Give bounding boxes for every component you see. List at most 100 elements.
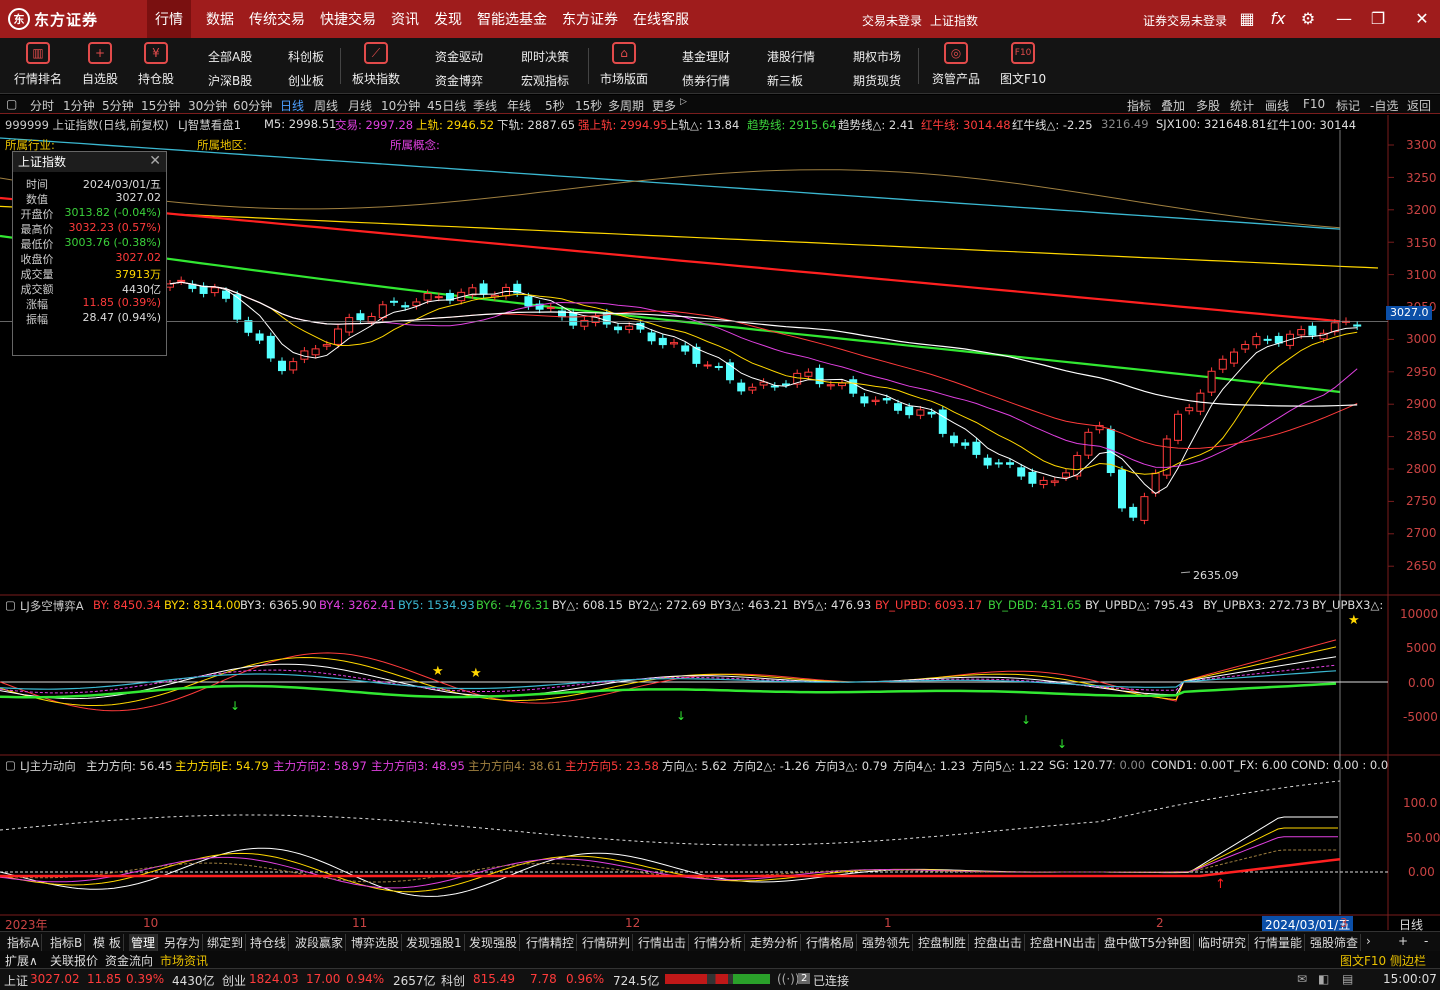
indicator1-info: ▢ LJ多空博弈A BY: 8450.34 BY2: 8314.00 BY3: … xyxy=(5,598,1384,613)
indicator-name[interactable]: LJ智慧看盘1 xyxy=(178,117,241,133)
close-icon[interactable]: ✕ xyxy=(149,153,161,169)
main-indicator-info: 999999 上证指数(日线,前复权) LJ智慧看盘1 M5: 2998.51 … xyxy=(5,117,1357,133)
popup-row: 收盘价 3027.02 xyxy=(20,251,162,266)
axis-tick: 2900 xyxy=(1406,397,1437,411)
candle-body xyxy=(714,365,723,368)
quote-popup[interactable]: 上证指数 ✕ 时间 2024/03/01/五 数值 3027.02 开盘价 3013.… xyxy=(12,151,167,356)
axis-tick: 3000 xyxy=(1406,332,1437,346)
candle-body xyxy=(1263,338,1272,341)
mail-icon[interactable]: ✉ xyxy=(1297,972,1307,986)
x-tick: 2 xyxy=(1156,916,1164,930)
zoom-in-icon[interactable]: + xyxy=(1396,934,1410,948)
index-sh-amount: 4430亿 xyxy=(172,974,215,988)
zoom-out-icon[interactable]: - xyxy=(1422,934,1430,948)
candle-body xyxy=(625,325,634,330)
axis-tick: 0.00 xyxy=(1408,676,1435,690)
tab-strong[interactable]: 发现强股 xyxy=(467,934,521,951)
tab-hn-attack[interactable]: 控盘HN出击 xyxy=(1028,934,1100,951)
candle-body xyxy=(658,337,667,346)
up-arrow-icon: ↑ xyxy=(1215,877,1226,892)
candle-body xyxy=(222,290,230,299)
index-kc-change: 7.78 xyxy=(530,972,557,986)
tab-manage[interactable]: 管理 xyxy=(129,934,159,951)
expand-button[interactable]: 扩展∧ xyxy=(5,952,38,969)
candle-body xyxy=(748,386,757,391)
tab-game-select[interactable]: 博弈选股 xyxy=(349,934,403,951)
tab-indicator-b[interactable]: 指标B xyxy=(48,934,86,951)
popup-row: 时间 2024/03/01/五 xyxy=(26,178,161,191)
axis-tick: 2800 xyxy=(1406,462,1437,476)
market-news-tab[interactable]: 市场资讯 xyxy=(160,952,208,969)
chevron-right-icon[interactable]: › xyxy=(1364,934,1373,948)
tab-analysis[interactable]: 行情分析 xyxy=(692,934,746,951)
candle-body xyxy=(390,300,398,303)
popup-row: 成交额 4430亿 xyxy=(20,283,162,296)
candle-body xyxy=(289,361,298,371)
tab-pattern[interactable]: 行情格局 xyxy=(804,934,858,951)
candle-body xyxy=(322,344,331,347)
tab-leading[interactable]: 强势领先 xyxy=(860,934,914,951)
index-kc-name[interactable]: 科创 xyxy=(441,972,465,989)
tab-judge[interactable]: 行情研判 xyxy=(580,934,634,951)
candle-body xyxy=(1174,413,1182,441)
oscillator-line xyxy=(0,836,1338,889)
tab-bind[interactable]: 绑定到 xyxy=(205,934,247,951)
candle-body xyxy=(782,383,790,386)
candle-body xyxy=(938,409,947,434)
axis-tick: 100.0 xyxy=(1403,796,1438,810)
down-arrow-icon: ↓ xyxy=(676,709,686,723)
candle-body xyxy=(311,348,320,356)
f10-sidebar-button[interactable]: 图文F10 侧边栏 xyxy=(1340,952,1426,969)
settings-icon[interactable]: ▤ xyxy=(1342,972,1353,986)
x-tick: 3 xyxy=(1340,916,1348,930)
oscillator-line xyxy=(0,816,1338,897)
candle-body xyxy=(905,406,914,416)
candle-body xyxy=(1297,329,1306,336)
star-icon: ★ xyxy=(432,664,444,679)
chat-icon[interactable]: ◧ xyxy=(1318,972,1329,986)
tab-screen[interactable]: 强股筛查 xyxy=(1308,934,1362,951)
tab-volume[interactable]: 行情量能 xyxy=(1252,934,1306,951)
tab-t5[interactable]: 盘中做T5分钟图 xyxy=(1102,934,1194,951)
breadth-bar xyxy=(665,974,770,984)
candle-body xyxy=(434,296,443,299)
candle-body xyxy=(1129,506,1138,518)
candle-body xyxy=(681,345,690,352)
tab-trend[interactable]: 走势分析 xyxy=(748,934,802,951)
tab-indicator-a[interactable]: 指标A xyxy=(5,934,43,951)
candle-body xyxy=(860,396,869,404)
tab-ctrl-win[interactable]: 控盘制胜 xyxy=(916,934,970,951)
candle-body xyxy=(1140,496,1149,521)
candle-body xyxy=(255,333,264,341)
related-quotes-tab[interactable]: 关联报价 xyxy=(50,952,98,969)
popup-row: 最高价 3032.23 (0.57%) xyxy=(20,221,162,236)
price-tag: 3027.0 xyxy=(1386,306,1432,320)
tab-temp[interactable]: 临时研究 xyxy=(1196,934,1250,951)
tab-template[interactable]: 模 板 xyxy=(91,934,124,951)
candle-body xyxy=(838,382,846,387)
indicator2-info: ▢ LJ主力动向 主力方向: 56.45 主力方向E: 54.79 主力方向2:… xyxy=(5,758,1389,773)
index-sh-name[interactable]: 上证 xyxy=(4,972,28,989)
candle-body xyxy=(1151,472,1160,494)
candle-body xyxy=(961,442,970,446)
panel-toggle-icon[interactable]: ▢ xyxy=(5,758,16,772)
candle-body xyxy=(356,313,365,321)
down-arrow-icon: ↓ xyxy=(230,699,240,713)
candle-body xyxy=(1006,462,1014,465)
tab-winner[interactable]: 波段赢家 xyxy=(293,934,347,951)
tab-ctrl-attack[interactable]: 控盘出击 xyxy=(972,934,1026,951)
x-tick: 1 xyxy=(884,916,892,930)
tab-attack[interactable]: 行情出击 xyxy=(636,934,690,951)
x-tick: 12 xyxy=(625,916,641,930)
tab-control[interactable]: 行情精控 xyxy=(524,934,578,951)
tab-saveas[interactable]: 另存为 xyxy=(162,934,204,951)
candle-body xyxy=(266,335,275,359)
candle-body xyxy=(278,360,286,372)
message-badge[interactable]: 2 xyxy=(798,973,811,984)
tab-strong1[interactable]: 发现强股1 xyxy=(404,934,465,951)
tab-position-line[interactable]: 持仓线 xyxy=(248,934,290,951)
fund-flow-tab[interactable]: 资金流向 xyxy=(105,952,153,969)
index-cy-name[interactable]: 创业 xyxy=(222,972,246,989)
candle-body xyxy=(1028,471,1037,484)
panel-toggle-icon[interactable]: ▢ xyxy=(5,598,16,612)
